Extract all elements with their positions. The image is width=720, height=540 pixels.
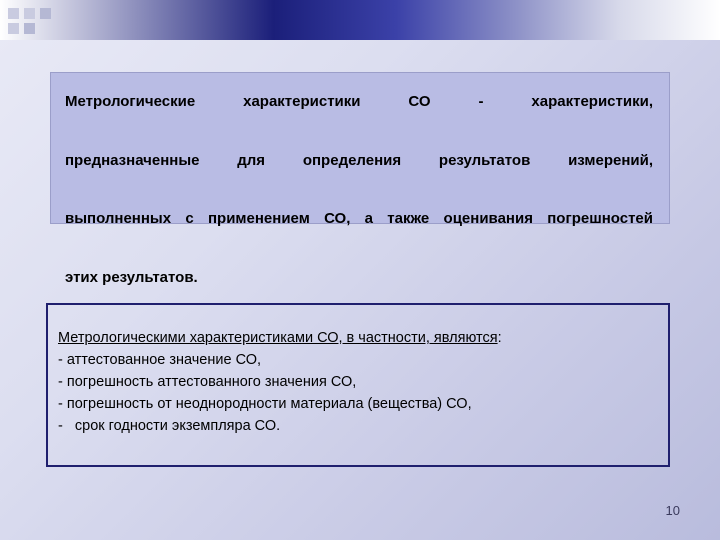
list-item: - аттестованное значение СО, — [58, 352, 262, 369]
band-square — [24, 8, 35, 19]
band-square — [8, 23, 19, 34]
band-square — [24, 23, 35, 34]
definition-line-3: выполненных с применением СО, а также оц… — [65, 210, 653, 227]
band-square — [8, 8, 19, 19]
definition-line-2: предназначенные для определения результа… — [65, 151, 653, 169]
list-intro-colon: : — [497, 330, 502, 346]
definition-line-4: этих результатов. — [65, 268, 198, 286]
list-intro-text: Метрологическими характеристиками СО, в … — [58, 330, 498, 346]
page-number: 10 — [665, 503, 680, 518]
list-item: - погрешность аттестованного значения СО… — [58, 374, 357, 391]
list-intro: Метрологическими характеристиками СО, в … — [58, 327, 658, 349]
top-decorative-band — [0, 0, 720, 40]
definition-text-box: Метрологические характеристики СО - хара… — [50, 72, 670, 286]
characteristics-list-box: Метрологическими характеристиками СО, в … — [46, 303, 670, 467]
slide: Метрологические характеристики СО - хара… — [0, 0, 720, 540]
band-square — [40, 8, 51, 19]
list-item: - срок годности экземпляра СО. — [58, 418, 281, 435]
list-item: - погрешность от неоднородности материал… — [58, 396, 472, 413]
definition-line-1: Метрологические характеристики СО - хара… — [65, 93, 653, 110]
